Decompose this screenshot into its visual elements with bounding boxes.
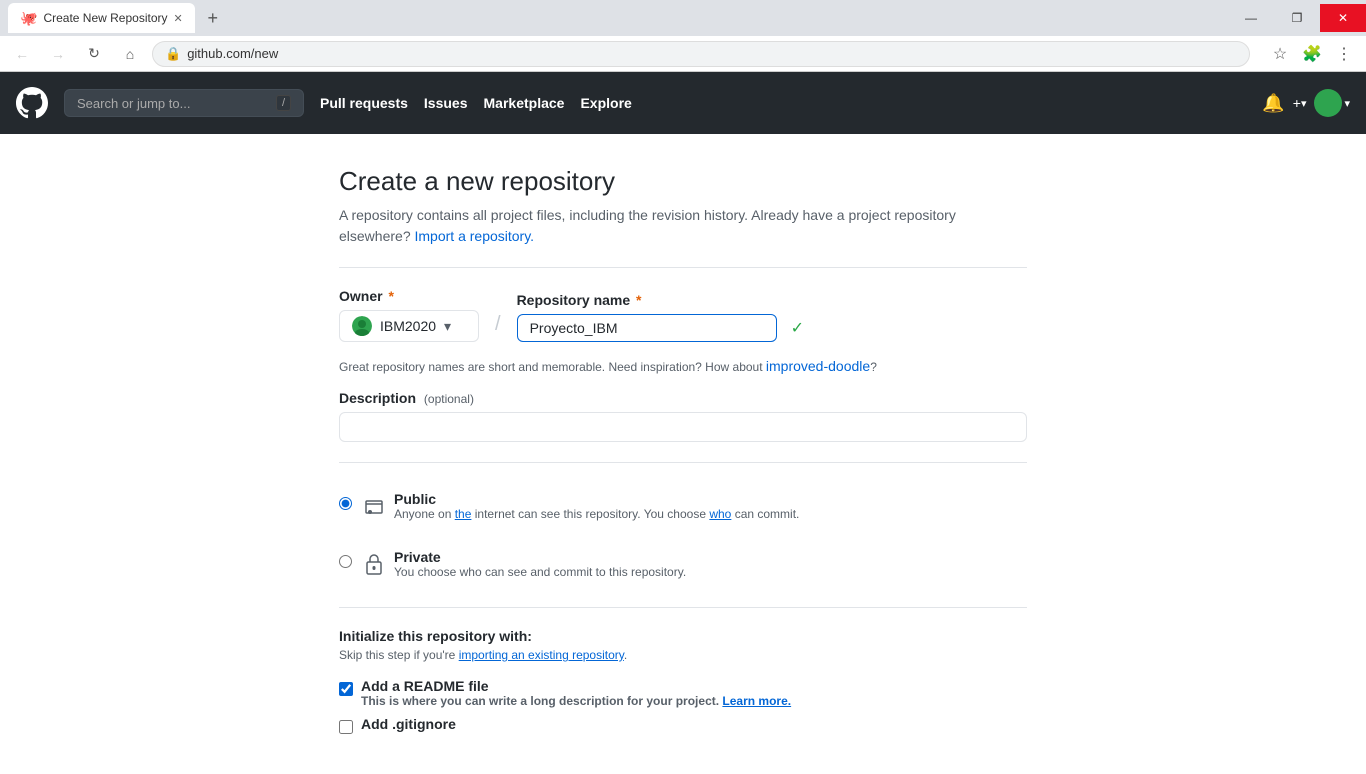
import-repository-link[interactable]: Import a repository. [415,228,535,244]
home-button[interactable]: ⌂ [116,40,144,68]
init-title: Initialize this repository with: [339,628,1027,644]
init-subtitle: Skip this step if you're importing an ex… [339,648,1027,662]
owner-label: Owner * [339,288,479,304]
owner-repo-row: Owner * IBM2020 ▾ / [339,288,1027,342]
tab-close-button[interactable]: ✕ [174,12,183,25]
url-input[interactable]: 🔒 github.com/new [152,41,1250,67]
public-radio[interactable] [339,497,352,510]
public-repo-icon [364,496,384,516]
gitignore-label[interactable]: Add .gitignore [361,716,456,732]
description-input[interactable] [339,412,1027,442]
extensions-icon[interactable]: 🧩 [1298,40,1326,68]
readme-label[interactable]: Add a README file This is where you can … [361,678,791,708]
bookmark-icon[interactable]: ☆ [1266,40,1294,68]
importing-link[interactable]: importing an existing repository [459,648,624,662]
nav-pull-requests[interactable]: Pull requests [320,95,408,111]
url-text: github.com/new [187,46,278,61]
readme-label-text: Add a README file [361,678,791,694]
nav-issues[interactable]: Issues [424,95,468,111]
owner-select[interactable]: IBM2020 ▾ [339,310,479,342]
owner-chevron-icon: ▾ [444,318,451,335]
minimize-button[interactable]: — [1228,4,1274,32]
readme-option: Add a README file This is where you can … [339,678,1027,708]
readme-desc: This is where you can write a long descr… [361,694,791,708]
search-placeholder: Search or jump to... [77,96,190,111]
repo-name-field-group: Repository name * ✓ [517,292,804,342]
header-right: 🔔 + ▾ ▾ [1262,89,1350,117]
address-bar: ← → ↻ ⌂ 🔒 github.com/new ☆ 🧩 ⋮ [0,36,1366,72]
readme-learn-more-link[interactable]: Learn more. [722,694,791,708]
init-section: Initialize this repository with: Skip th… [339,628,1027,734]
forward-button[interactable]: → [44,40,72,68]
notifications-icon[interactable]: 🔔 [1262,93,1284,114]
gitignore-label-text: Add .gitignore [361,716,456,732]
public-the-link[interactable]: the [455,507,472,521]
public-label: Public [394,491,799,507]
page-subtitle: A repository contains all project files,… [339,205,1027,247]
back-button[interactable]: ← [8,40,36,68]
user-menu-button[interactable]: ▾ [1314,89,1350,117]
page-title: Create a new repository [339,166,1027,197]
nav-explore[interactable]: Explore [580,95,631,111]
owner-name: IBM2020 [380,318,436,334]
valid-check-icon: ✓ [791,318,804,338]
readme-checkbox[interactable] [339,682,353,696]
active-tab[interactable]: 🐙 Create New Repository ✕ [8,3,195,33]
private-desc: You choose who can see and commit to thi… [394,565,686,579]
repo-name-input[interactable] [517,314,777,342]
nav-marketplace[interactable]: Marketplace [484,95,565,111]
tab-title: Create New Repository [43,11,167,25]
owner-field-group: Owner * IBM2020 ▾ [339,288,479,342]
init-divider [339,607,1027,608]
private-label: Private [394,549,686,565]
repo-required: * [636,292,641,308]
tab-favicon: 🐙 [20,10,37,27]
search-kbd: / [276,95,291,111]
owner-avatar [352,316,372,336]
repo-name-label: Repository name * [517,292,804,308]
form-container: Create a new repository A repository con… [323,166,1043,734]
owner-required: * [388,288,393,304]
menu-icon[interactable]: ⋮ [1330,40,1358,68]
main-content: Create a new repository A repository con… [0,134,1366,774]
reload-button[interactable]: ↻ [80,40,108,68]
private-radio[interactable] [339,555,352,568]
maximize-button[interactable]: ❐ [1274,4,1320,32]
public-option: Public Anyone on the internet can see th… [339,483,1027,529]
repo-name-hint: Great repository names are short and mem… [339,358,1027,374]
private-repo-icon [364,552,384,576]
window-controls: — ❐ ✕ [1228,4,1366,32]
private-option: Private You choose who can see and commi… [339,541,1027,587]
public-option-label[interactable]: Public Anyone on the internet can see th… [364,491,799,521]
public-desc: Anyone on the internet can see this repo… [394,507,799,521]
github-header: Search or jump to... / Pull requests Iss… [0,72,1366,134]
github-logo[interactable] [16,87,48,119]
user-avatar [1314,89,1342,117]
new-tab-button[interactable]: + [199,4,227,32]
avatar-chevron-icon: ▾ [1344,97,1350,110]
gitignore-option: Add .gitignore [339,716,1027,734]
public-who-link[interactable]: who [709,507,731,521]
close-button[interactable]: ✕ [1320,4,1366,32]
slash-separator: / [495,313,501,342]
visibility-divider [339,462,1027,463]
main-nav: Pull requests Issues Marketplace Explore [320,95,632,111]
toolbar-right: ☆ 🧩 ⋮ [1266,40,1358,68]
section-divider-top [339,267,1027,268]
gitignore-checkbox[interactable] [339,720,353,734]
suggestion-link[interactable]: improved-doodle [766,358,870,374]
plus-chevron-icon: ▾ [1301,97,1307,110]
description-field-group: Description (optional) [339,390,1027,442]
description-label: Description (optional) [339,390,1027,406]
plus-menu-button[interactable]: + ▾ [1293,95,1307,111]
private-option-label[interactable]: Private You choose who can see and commi… [364,549,686,579]
search-box[interactable]: Search or jump to... / [64,89,304,117]
